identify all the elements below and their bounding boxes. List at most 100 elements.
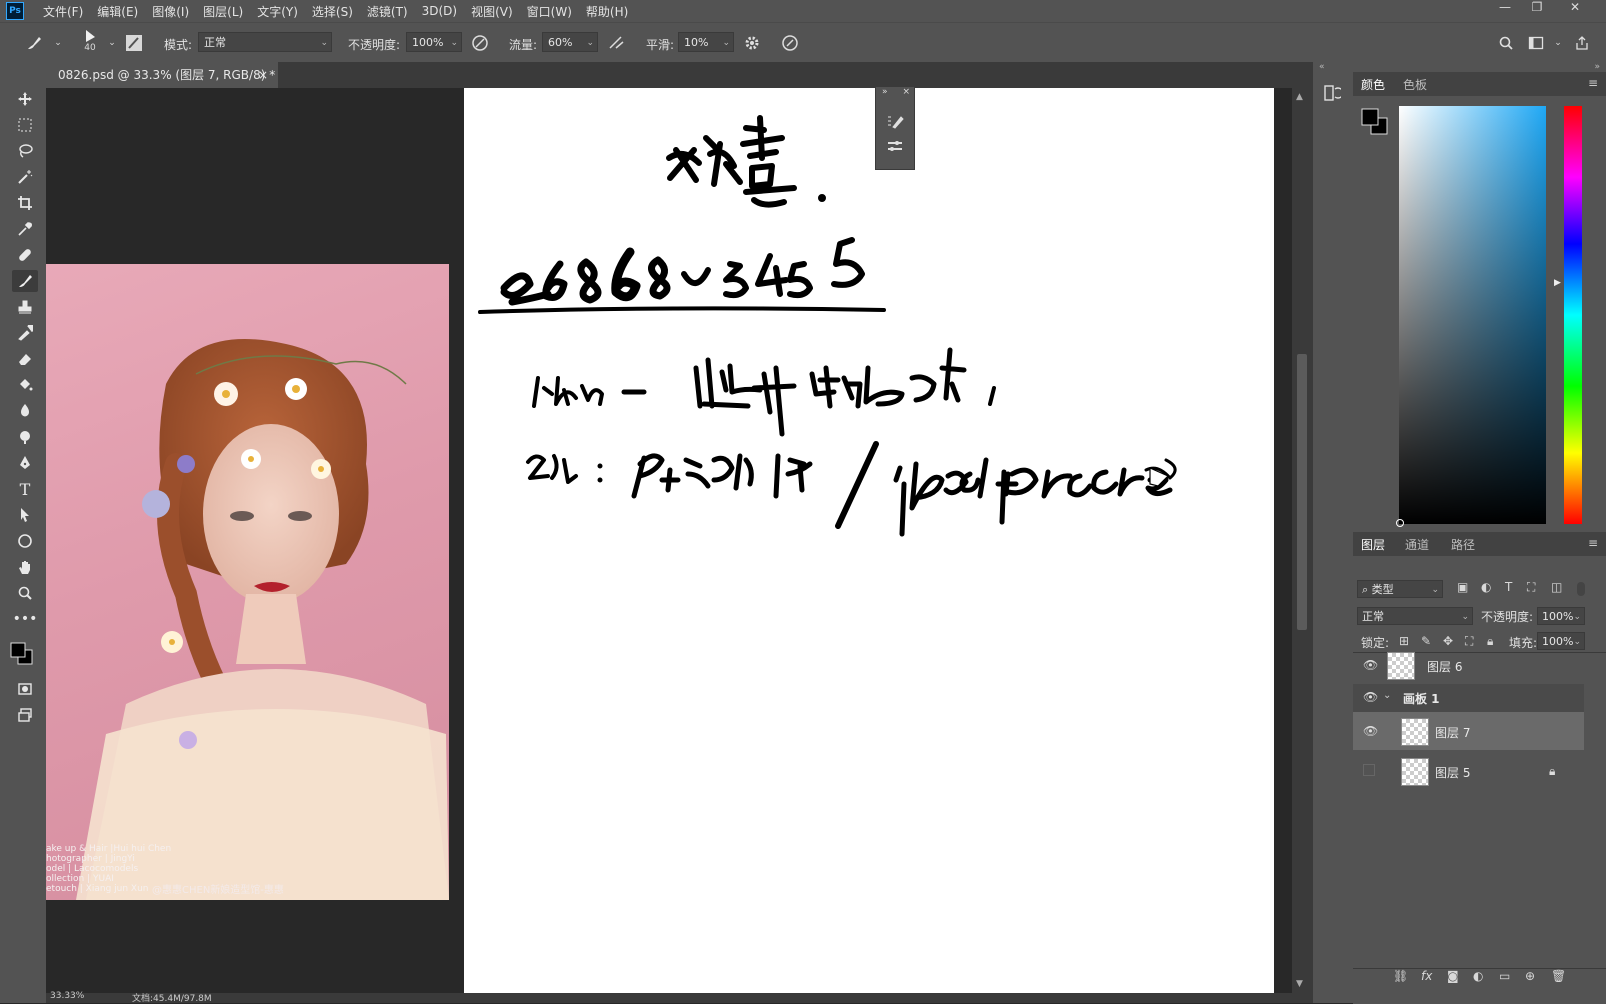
add-mask-icon[interactable]: ◙: [1447, 969, 1459, 983]
screen-mode-icon[interactable]: [12, 704, 38, 726]
panel-menu-icon[interactable]: ≡: [1588, 536, 1598, 550]
close-window-button[interactable]: ✕: [1560, 0, 1590, 16]
tab-color[interactable]: 颜色: [1361, 76, 1385, 93]
filter-pixel-icon[interactable]: ▣: [1457, 580, 1468, 594]
smoothing-field[interactable]: 10% ⌄: [678, 32, 734, 52]
history-brush-tool-icon[interactable]: [12, 322, 38, 344]
path-selection-tool-icon[interactable]: [12, 504, 38, 526]
healing-brush-tool-icon[interactable]: [12, 244, 38, 266]
artboard-row[interactable]: 👁︎ ⌄ 画板 1: [1353, 684, 1584, 712]
pen-tool-icon[interactable]: [12, 452, 38, 474]
zoom-level[interactable]: 33.33%: [50, 991, 84, 1001]
scrollbar-thumb[interactable]: [1297, 354, 1307, 630]
minimize-button[interactable]: —: [1490, 0, 1520, 16]
paint-bucket-tool-icon[interactable]: [12, 374, 38, 396]
filter-type-icon[interactable]: T: [1505, 580, 1512, 594]
menu-file[interactable]: 文件(F): [36, 3, 90, 20]
menu-window[interactable]: 窗口(W): [520, 3, 579, 20]
marquee-tool-icon[interactable]: [12, 114, 38, 136]
visibility-eye-icon[interactable]: 👁︎: [1363, 690, 1378, 704]
type-tool-icon[interactable]: T: [12, 478, 38, 500]
blur-tool-icon[interactable]: [12, 400, 38, 422]
more-tools-icon[interactable]: •••: [12, 608, 38, 630]
brush-settings-panel-icon[interactable]: [124, 33, 144, 53]
trash-icon[interactable]: 🗑︎: [1551, 969, 1566, 983]
new-group-icon[interactable]: ▭: [1499, 969, 1510, 983]
hand-tool-icon[interactable]: [12, 556, 38, 578]
crop-tool-icon[interactable]: [12, 192, 38, 214]
tab-channels[interactable]: 通道: [1405, 536, 1429, 553]
eraser-tool-icon[interactable]: [12, 348, 38, 370]
layer-filter-select[interactable]: ⌕ 类型 ⌄: [1357, 580, 1443, 598]
chevron-down-icon[interactable]: ⌄: [48, 33, 68, 53]
link-layers-icon[interactable]: ⛓︎: [1393, 969, 1408, 983]
filter-toggle[interactable]: [1577, 582, 1585, 596]
brush-settings-icon[interactable]: [886, 113, 904, 129]
eyedropper-tool-icon[interactable]: [12, 218, 38, 240]
brush-presets-icon[interactable]: [886, 139, 904, 155]
collapse-dock-icon[interactable]: «: [1319, 62, 1325, 72]
dodge-tool-icon[interactable]: [12, 426, 38, 448]
close-tab-icon[interactable]: ×: [258, 62, 268, 88]
tab-swatches[interactable]: 色板: [1403, 76, 1427, 93]
stamp-tool-icon[interactable]: [12, 296, 38, 318]
ellipse-tool-icon[interactable]: [12, 530, 38, 552]
menu-type[interactable]: 文字(Y): [250, 3, 305, 20]
zoom-tool-icon[interactable]: [12, 582, 38, 604]
mode-select[interactable]: 正常 ⌄: [198, 32, 332, 52]
layer-opacity-field[interactable]: 100% ⌄: [1537, 607, 1585, 625]
restore-button[interactable]: ❐: [1522, 0, 1552, 16]
scroll-up-icon[interactable]: ▲: [1296, 92, 1303, 102]
history-panel-icon[interactable]: [1323, 84, 1341, 102]
foreground-background-color-icon[interactable]: [8, 640, 38, 670]
menu-select[interactable]: 选择(S): [305, 3, 360, 20]
blend-mode-select[interactable]: 正常 ⌄: [1357, 607, 1473, 625]
menu-image[interactable]: 图像(I): [145, 3, 196, 20]
chevron-down-icon[interactable]: ⌄: [1548, 33, 1568, 53]
canvas-area[interactable]: ake up & Hair |Hui hui Chen hotographer …: [46, 86, 1312, 993]
menu-3d[interactable]: 3D(D): [415, 4, 464, 18]
quick-mask-icon[interactable]: [12, 678, 38, 700]
share-icon[interactable]: [1572, 33, 1592, 53]
visibility-eye-icon[interactable]: 👁︎: [1363, 658, 1378, 672]
brush-size-picker[interactable]: 40: [80, 27, 100, 55]
hue-slider[interactable]: [1564, 106, 1582, 524]
move-tool-icon[interactable]: [12, 88, 38, 110]
menu-layer[interactable]: 图层(L): [196, 3, 250, 20]
collapse-panel-icon[interactable]: »: [882, 87, 888, 97]
filter-shape-icon[interactable]: ⛶: [1527, 580, 1535, 595]
brush-tool-icon[interactable]: [12, 270, 38, 292]
tab-layers[interactable]: 图层: [1361, 536, 1385, 553]
workspace-icon[interactable]: [1526, 33, 1546, 53]
color-picker-field[interactable]: [1396, 106, 1546, 527]
panel-menu-icon[interactable]: ≡: [1588, 76, 1598, 90]
scroll-down-icon[interactable]: ▼: [1296, 979, 1303, 989]
hue-slider-handle-icon[interactable]: ▶: [1554, 278, 1561, 288]
chevron-down-icon[interactable]: ⌄: [102, 33, 122, 53]
tab-paths[interactable]: 路径: [1451, 536, 1475, 553]
menu-filter[interactable]: 滤镜(T): [360, 3, 415, 20]
document-size-info[interactable]: 文档:45.4M/97.8M: [132, 991, 212, 1004]
gear-icon[interactable]: [742, 33, 762, 53]
document-tab[interactable]: 0826.psd @ 33.3% (图层 7, RGB/8) * ×: [46, 62, 278, 88]
collapse-panels-icon[interactable]: »: [1594, 62, 1600, 72]
chevron-down-icon[interactable]: ⌄: [1383, 690, 1391, 701]
visibility-toggle-empty[interactable]: [1363, 764, 1375, 776]
layer-row[interactable]: 👁︎ 图层 6: [1353, 646, 1584, 684]
artboard-canvas[interactable]: » ×: [464, 86, 1274, 993]
fx-icon[interactable]: fx: [1421, 969, 1432, 983]
pressure-size-icon[interactable]: [780, 33, 800, 53]
flow-field[interactable]: 60% ⌄: [542, 32, 598, 52]
close-panel-icon[interactable]: ×: [902, 87, 910, 97]
vertical-scrollbar[interactable]: ▲ ▼: [1292, 88, 1312, 993]
opacity-field[interactable]: 100% ⌄: [406, 32, 462, 52]
menu-help[interactable]: 帮助(H): [579, 3, 635, 20]
pressure-opacity-icon[interactable]: [470, 33, 490, 53]
airbrush-icon[interactable]: [606, 33, 626, 53]
magic-wand-tool-icon[interactable]: [12, 166, 38, 188]
layer-row-selected[interactable]: 👁︎ 图层 7: [1353, 712, 1584, 750]
filter-adjustment-icon[interactable]: ◐: [1481, 580, 1491, 594]
filter-smart-object-icon[interactable]: ◫: [1551, 580, 1562, 594]
search-icon[interactable]: [1496, 33, 1516, 53]
fg-bg-swatch-icon[interactable]: [1359, 106, 1393, 140]
